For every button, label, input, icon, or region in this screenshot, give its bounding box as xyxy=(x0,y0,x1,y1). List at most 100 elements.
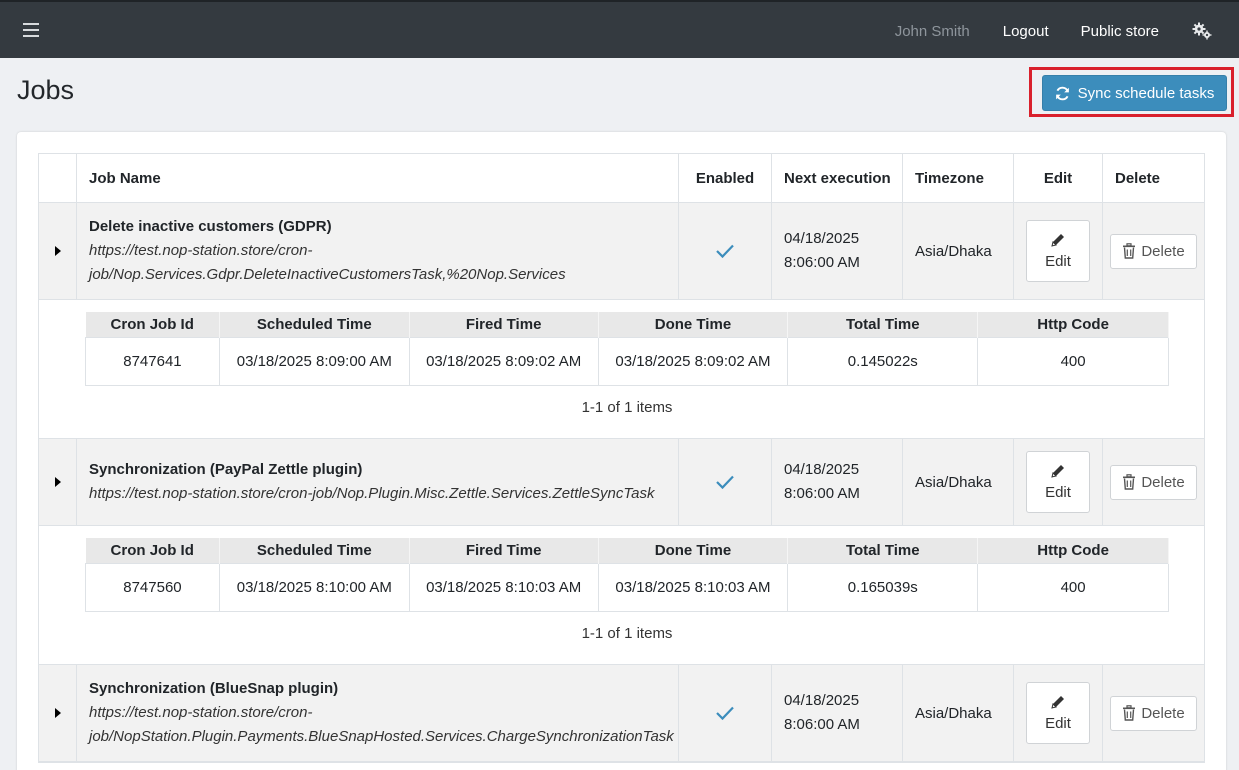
run-scheduled: 03/18/2025 8:09:00 AM xyxy=(218,336,410,386)
settings-gears-icon[interactable] xyxy=(1191,21,1213,41)
enabled-cell xyxy=(679,439,772,525)
delete-label: Delete xyxy=(1141,242,1185,260)
delete-button[interactable]: Delete xyxy=(1110,233,1197,269)
refresh-icon xyxy=(1055,86,1069,100)
next-time: 8:06:00 AM xyxy=(784,485,860,502)
run-http: 400 xyxy=(977,336,1169,386)
job-url-line1: https://test.nop-station.store/cron- xyxy=(89,242,313,259)
pager-info: 1-1 of 1 items xyxy=(581,398,673,416)
run-fired: 03/18/2025 8:09:02 AM xyxy=(408,336,599,386)
delete-cell: Delete xyxy=(1103,203,1204,299)
edit-cell: Edit xyxy=(1014,203,1103,299)
run-header-http[interactable]: Http Code xyxy=(977,312,1169,337)
header-expand xyxy=(39,154,77,202)
delete-button[interactable]: Delete xyxy=(1110,464,1197,500)
delete-label: Delete xyxy=(1141,473,1185,491)
expand-toggle[interactable] xyxy=(39,665,77,761)
user-name: John Smith xyxy=(894,22,970,40)
next-date: 04/18/2025 xyxy=(784,692,860,709)
logout-link[interactable]: Logout xyxy=(1003,23,1049,40)
public-store-link[interactable]: Public store xyxy=(1081,23,1159,40)
next-time: 8:06:00 AM xyxy=(784,254,860,271)
hamburger-menu-icon[interactable] xyxy=(23,23,39,37)
job-detail-row: Cron Job Id Scheduled Time Fired Time Do… xyxy=(39,526,1204,665)
delete-cell: Delete xyxy=(1103,665,1204,761)
sync-button-label: Sync schedule tasks xyxy=(1077,84,1215,102)
top-navbar: John Smith Logout Public store xyxy=(0,0,1239,58)
expand-toggle[interactable] xyxy=(39,439,77,525)
job-name: Synchronization (BlueSnap plugin) xyxy=(89,680,339,697)
edit-cell: Edit xyxy=(1014,439,1103,525)
edit-button[interactable]: Edit xyxy=(1026,682,1090,744)
run-header-row: Cron Job Id Scheduled Time Fired Time Do… xyxy=(85,312,1169,337)
edit-button[interactable]: Edit xyxy=(1026,220,1090,282)
header-edit: Edit xyxy=(1014,154,1103,202)
pencil-icon xyxy=(1051,465,1064,478)
sync-button-highlight: Sync schedule tasks xyxy=(1029,67,1234,117)
run-http: 400 xyxy=(977,562,1169,612)
timezone: Asia/Dhaka xyxy=(903,203,1014,299)
run-header-http[interactable]: Http Code xyxy=(977,538,1169,563)
run-header-id[interactable]: Cron Job Id xyxy=(85,312,220,337)
header-delete: Delete xyxy=(1115,169,1161,187)
run-header-row: Cron Job Id Scheduled Time Fired Time Do… xyxy=(85,538,1169,563)
job-name-cell: Delete inactive customers (GDPR) https:/… xyxy=(77,203,679,299)
timezone: Asia/Dhaka xyxy=(903,665,1014,761)
next-execution-cell: 04/18/2025 8:06:00 AM xyxy=(772,203,903,299)
delete-cell: Delete xyxy=(1103,439,1204,525)
header-job-name[interactable]: Job Name xyxy=(77,154,679,202)
job-url-line2: job/Nop.Services.Gdpr.DeleteInactiveCust… xyxy=(89,266,566,283)
caret-right-icon[interactable] xyxy=(54,708,61,718)
pencil-icon xyxy=(1051,696,1064,709)
run-total: 0.145022s xyxy=(787,336,979,386)
jobs-card: Job Name Enabled Next execution Timezone… xyxy=(17,132,1226,770)
edit-label: Edit xyxy=(1045,253,1071,270)
check-icon xyxy=(716,706,734,721)
job-row: Synchronization (PayPal Zettle plugin) h… xyxy=(39,439,1204,526)
enabled-cell xyxy=(679,203,772,299)
job-name-cell: Synchronization (PayPal Zettle plugin) h… xyxy=(77,439,679,525)
run-done: 03/18/2025 8:09:02 AM xyxy=(597,336,789,386)
next-date: 04/18/2025 xyxy=(784,461,860,478)
next-execution-cell: 04/18/2025 8:06:00 AM xyxy=(772,439,903,525)
top-nav-links: John Smith Logout Public store xyxy=(895,2,1213,60)
run-header-fired[interactable]: Fired Time xyxy=(409,538,599,563)
run-id: 8747560 xyxy=(85,562,220,612)
run-header-scheduled[interactable]: Scheduled Time xyxy=(219,538,410,563)
job-name-cell: Synchronization (BlueSnap plugin) https:… xyxy=(77,665,679,761)
run-header-total[interactable]: Total Time xyxy=(787,312,979,337)
caret-right-icon[interactable] xyxy=(54,477,61,487)
run-id: 8747641 xyxy=(85,336,220,386)
run-total: 0.165039s xyxy=(787,562,979,612)
run-header-done[interactable]: Done Time xyxy=(598,312,789,337)
header-enabled[interactable]: Enabled xyxy=(679,154,772,202)
run-scheduled: 03/18/2025 8:10:00 AM xyxy=(218,562,410,612)
check-icon xyxy=(716,244,734,259)
caret-right-icon[interactable] xyxy=(54,246,61,256)
run-header-id[interactable]: Cron Job Id xyxy=(85,538,220,563)
job-run-table: Cron Job Id Scheduled Time Fired Time Do… xyxy=(85,538,1169,612)
run-header-total[interactable]: Total Time xyxy=(787,538,979,563)
expand-toggle[interactable] xyxy=(39,203,77,299)
check-icon xyxy=(716,475,734,490)
job-detail-row: Cron Job Id Scheduled Time Fired Time Do… xyxy=(39,300,1204,439)
run-row: 8747641 03/18/2025 8:09:00 AM 03/18/2025… xyxy=(85,336,1169,386)
delete-label: Delete xyxy=(1141,704,1185,722)
job-name: Synchronization (PayPal Zettle plugin) xyxy=(89,461,363,478)
next-date: 04/18/2025 xyxy=(784,230,860,247)
edit-button[interactable]: Edit xyxy=(1026,451,1090,513)
enabled-cell xyxy=(679,665,772,761)
edit-label: Edit xyxy=(1045,715,1071,732)
job-run-table: Cron Job Id Scheduled Time Fired Time Do… xyxy=(85,312,1169,386)
run-fired: 03/18/2025 8:10:03 AM xyxy=(408,562,599,612)
header-timezone[interactable]: Timezone xyxy=(903,154,1014,202)
run-header-scheduled[interactable]: Scheduled Time xyxy=(219,312,410,337)
run-header-done[interactable]: Done Time xyxy=(598,538,789,563)
run-header-fired[interactable]: Fired Time xyxy=(409,312,599,337)
run-row: 8747560 03/18/2025 8:10:00 AM 03/18/2025… xyxy=(85,562,1169,612)
sync-schedule-tasks-button[interactable]: Sync schedule tasks xyxy=(1042,75,1227,111)
next-execution-cell: 04/18/2025 8:06:00 AM xyxy=(772,665,903,761)
delete-button[interactable]: Delete xyxy=(1110,695,1197,731)
header-next-execution[interactable]: Next execution xyxy=(772,154,903,202)
job-url-line2: job/NopStation.Plugin.Payments.BlueSnapH… xyxy=(89,728,674,745)
